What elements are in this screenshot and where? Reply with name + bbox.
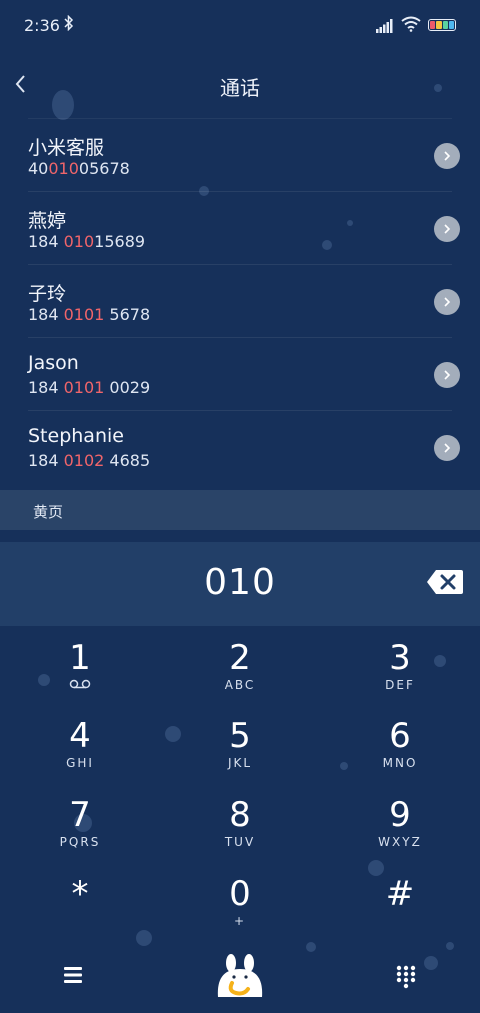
contact-row[interactable]: Stephanie 184 0102 4685 [28,410,460,483]
signal-icon [376,18,394,37]
status-bar: 2:36 [0,0,480,52]
delete-button[interactable] [426,568,464,600]
chevron-right-icon[interactable] [434,362,460,388]
chevron-right-icon[interactable] [434,435,460,461]
key-digit: 4 [69,716,91,756]
key-letters: TUV [224,835,256,849]
contact-row[interactable]: 子玲 184 0101 5678 [28,264,460,337]
key-letters: + [233,914,247,928]
key-letters: PQRS [59,835,101,849]
key-letters: WXYZ [378,835,422,849]
contact-row[interactable]: 小米客服 4001005678 [28,118,460,191]
background-bubble [165,726,181,742]
key-digit: * [71,874,89,914]
status-time: 2:36 [24,16,60,35]
contact-number: 184 0101 0029 [28,378,151,397]
chevron-right-icon[interactable] [434,216,460,242]
key-digit: 2 [229,638,251,678]
key-digit: 3 [389,638,411,678]
contact-name: 小米客服 [28,137,105,159]
contact-name: 燕婷 [28,210,67,232]
key-2[interactable]: 2 ABC [180,640,300,710]
key-digit: 9 [389,795,411,835]
key-digit: 8 [229,795,251,835]
key-6[interactable]: 6 MNO [340,718,460,788]
key-4[interactable]: 4 GHI [20,718,140,788]
chevron-right-icon[interactable] [434,143,460,169]
bluetooth-icon [64,14,74,35]
contact-name: Stephanie [28,425,124,447]
voicemail-icon [20,678,140,692]
background-bubble [306,942,316,952]
key-digit: 0 [229,874,251,914]
yellow-pages-header[interactable]: 黄页 [0,490,480,530]
key-digit: 6 [389,716,411,756]
key-letters: MNO [382,756,418,770]
contact-row[interactable]: Jason 184 0101 0029 [28,337,460,410]
key-star[interactable]: * [20,876,140,946]
key-5[interactable]: 5 JKL [180,718,300,788]
key-0[interactable]: 0 + [180,876,300,946]
chevron-right-icon[interactable] [434,289,460,315]
contact-number: 184 0101 5678 [28,305,151,324]
section-label: 黄页 [33,503,64,521]
battery-icon [428,19,456,31]
call-mascot-icon [217,954,263,997]
dialpad-icon [396,965,416,989]
key-letters: DEF [385,678,415,692]
key-7[interactable]: 7 PQRS [20,797,140,867]
contact-number: 184 0102 4685 [28,451,151,470]
menu-button[interactable] [62,965,84,985]
key-digit: # [385,874,415,914]
contact-number: 4001005678 [28,159,130,178]
dialpad-button[interactable] [396,965,416,989]
key-letters: JKL [227,756,253,770]
key-3[interactable]: 3 DEF [340,640,460,710]
key-digit: 5 [229,716,251,756]
page-title: 通话 [220,76,260,100]
contact-list: 小米客服 4001005678 燕婷 184 01015689 子玲 184 0… [28,118,460,483]
key-digit: 7 [69,795,91,835]
key-hash[interactable]: # [340,876,460,946]
key-8[interactable]: 8 TUV [180,797,300,867]
backspace-icon [427,570,463,594]
contact-name: Jason [28,352,79,374]
background-bubble [424,956,438,970]
contact-number: 184 01015689 [28,232,146,251]
key-letters: ABC [224,678,256,692]
menu-icon [64,967,82,983]
dialed-number: 010 [204,562,276,603]
contact-name: 子玲 [28,283,67,305]
key-9[interactable]: 9 WXYZ [340,797,460,867]
key-1[interactable]: 1 [20,640,140,710]
key-digit: 1 [69,638,91,678]
dial-display: 010 [0,542,480,626]
wifi-icon [401,16,421,36]
key-letters: GHI [66,756,94,770]
call-button[interactable] [214,953,266,999]
contact-row[interactable]: 燕婷 184 01015689 [28,191,460,264]
